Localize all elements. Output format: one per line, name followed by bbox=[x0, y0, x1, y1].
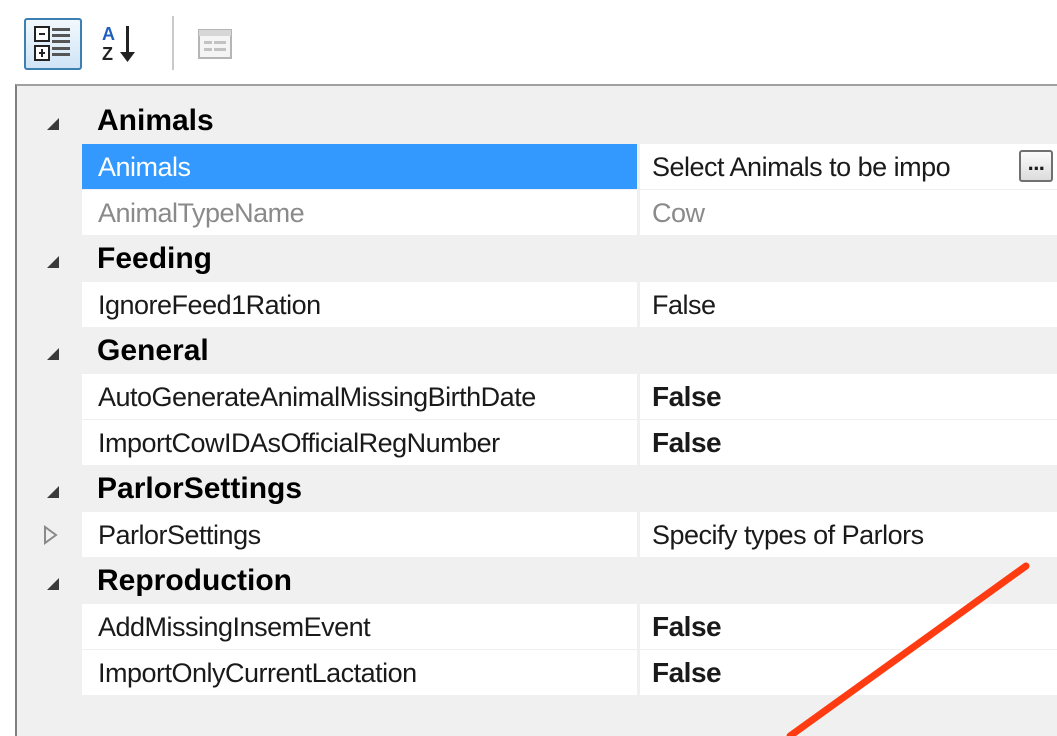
svg-text:A: A bbox=[102, 24, 115, 44]
categorized-view-button[interactable] bbox=[24, 18, 82, 70]
property-name[interactable]: ImportOnlyCurrentLactation bbox=[82, 650, 637, 696]
property-row-parlor-settings[interactable]: ParlorSettings Specify types of Parlors bbox=[17, 512, 1057, 558]
property-value[interactable]: Select Animals to be impo ... bbox=[640, 144, 1057, 190]
property-value[interactable]: False bbox=[640, 420, 1057, 466]
sort-az-icon: A Z bbox=[102, 24, 135, 64]
collapse-triangle-icon[interactable] bbox=[43, 252, 63, 272]
collapse-triangle-icon[interactable] bbox=[43, 114, 63, 134]
property-value[interactable]: False bbox=[640, 650, 1057, 696]
categorized-view-icon bbox=[34, 26, 70, 61]
category-general[interactable]: General bbox=[17, 328, 1057, 374]
property-value-text: Select Animals to be impo bbox=[652, 152, 951, 182]
category-reproduction[interactable]: Reproduction bbox=[17, 558, 1057, 604]
property-name[interactable]: ParlorSettings bbox=[82, 512, 637, 558]
category-label: ParlorSettings bbox=[97, 472, 303, 505]
property-pages-button[interactable] bbox=[190, 18, 240, 70]
property-row-ignore-feed1-ration[interactable]: IgnoreFeed1Ration False bbox=[17, 282, 1057, 328]
property-grid: Animals Animals Select Animals to be imp… bbox=[15, 84, 1057, 736]
property-name[interactable]: AnimalTypeName bbox=[82, 190, 637, 236]
category-label: Reproduction bbox=[97, 564, 292, 597]
category-label: General bbox=[97, 334, 209, 367]
property-name[interactable]: Animals bbox=[82, 144, 637, 190]
property-row-import-only-current-lactation[interactable]: ImportOnlyCurrentLactation False bbox=[17, 650, 1057, 696]
property-row-auto-generate-birth-date[interactable]: AutoGenerateAnimalMissingBirthDate False bbox=[17, 374, 1057, 420]
property-name[interactable]: AddMissingInsemEvent bbox=[82, 604, 637, 650]
collapse-triangle-icon[interactable] bbox=[43, 482, 63, 502]
category-parlor-settings[interactable]: ParlorSettings bbox=[17, 466, 1057, 512]
property-value[interactable]: Specify types of Parlors bbox=[640, 512, 1057, 558]
category-feeding[interactable]: Feeding bbox=[17, 236, 1057, 282]
property-value[interactable]: False bbox=[640, 374, 1057, 420]
category-animals[interactable]: Animals bbox=[17, 98, 1057, 144]
property-value[interactable]: False bbox=[640, 604, 1057, 650]
property-value[interactable]: False bbox=[640, 282, 1057, 328]
collapse-triangle-icon[interactable] bbox=[43, 574, 63, 594]
property-name[interactable]: AutoGenerateAnimalMissingBirthDate bbox=[82, 374, 637, 420]
collapse-triangle-icon[interactable] bbox=[43, 344, 63, 364]
alphabetical-sort-button[interactable]: A Z bbox=[92, 18, 148, 70]
property-row-add-missing-insem-event[interactable]: AddMissingInsemEvent False bbox=[17, 604, 1057, 650]
toolbar-separator bbox=[172, 16, 174, 70]
property-pages-icon bbox=[198, 29, 232, 59]
property-row-animal-type-name[interactable]: AnimalTypeName Cow bbox=[17, 190, 1057, 236]
svg-text:Z: Z bbox=[102, 44, 113, 64]
property-value[interactable]: Cow bbox=[640, 190, 1057, 236]
category-label: Animals bbox=[97, 104, 214, 137]
ellipsis-button[interactable]: ... bbox=[1019, 150, 1053, 182]
property-grid-toolbar: A Z bbox=[0, 0, 1057, 84]
property-row-import-cow-id[interactable]: ImportCowIDAsOfficialRegNumber False bbox=[17, 420, 1057, 466]
property-name[interactable]: ImportCowIDAsOfficialRegNumber bbox=[82, 420, 637, 466]
property-row-animals[interactable]: Animals Select Animals to be impo ... bbox=[17, 144, 1057, 190]
expand-triangle-icon[interactable] bbox=[39, 524, 61, 546]
category-label: Feeding bbox=[97, 242, 213, 275]
property-name[interactable]: IgnoreFeed1Ration bbox=[82, 282, 637, 328]
